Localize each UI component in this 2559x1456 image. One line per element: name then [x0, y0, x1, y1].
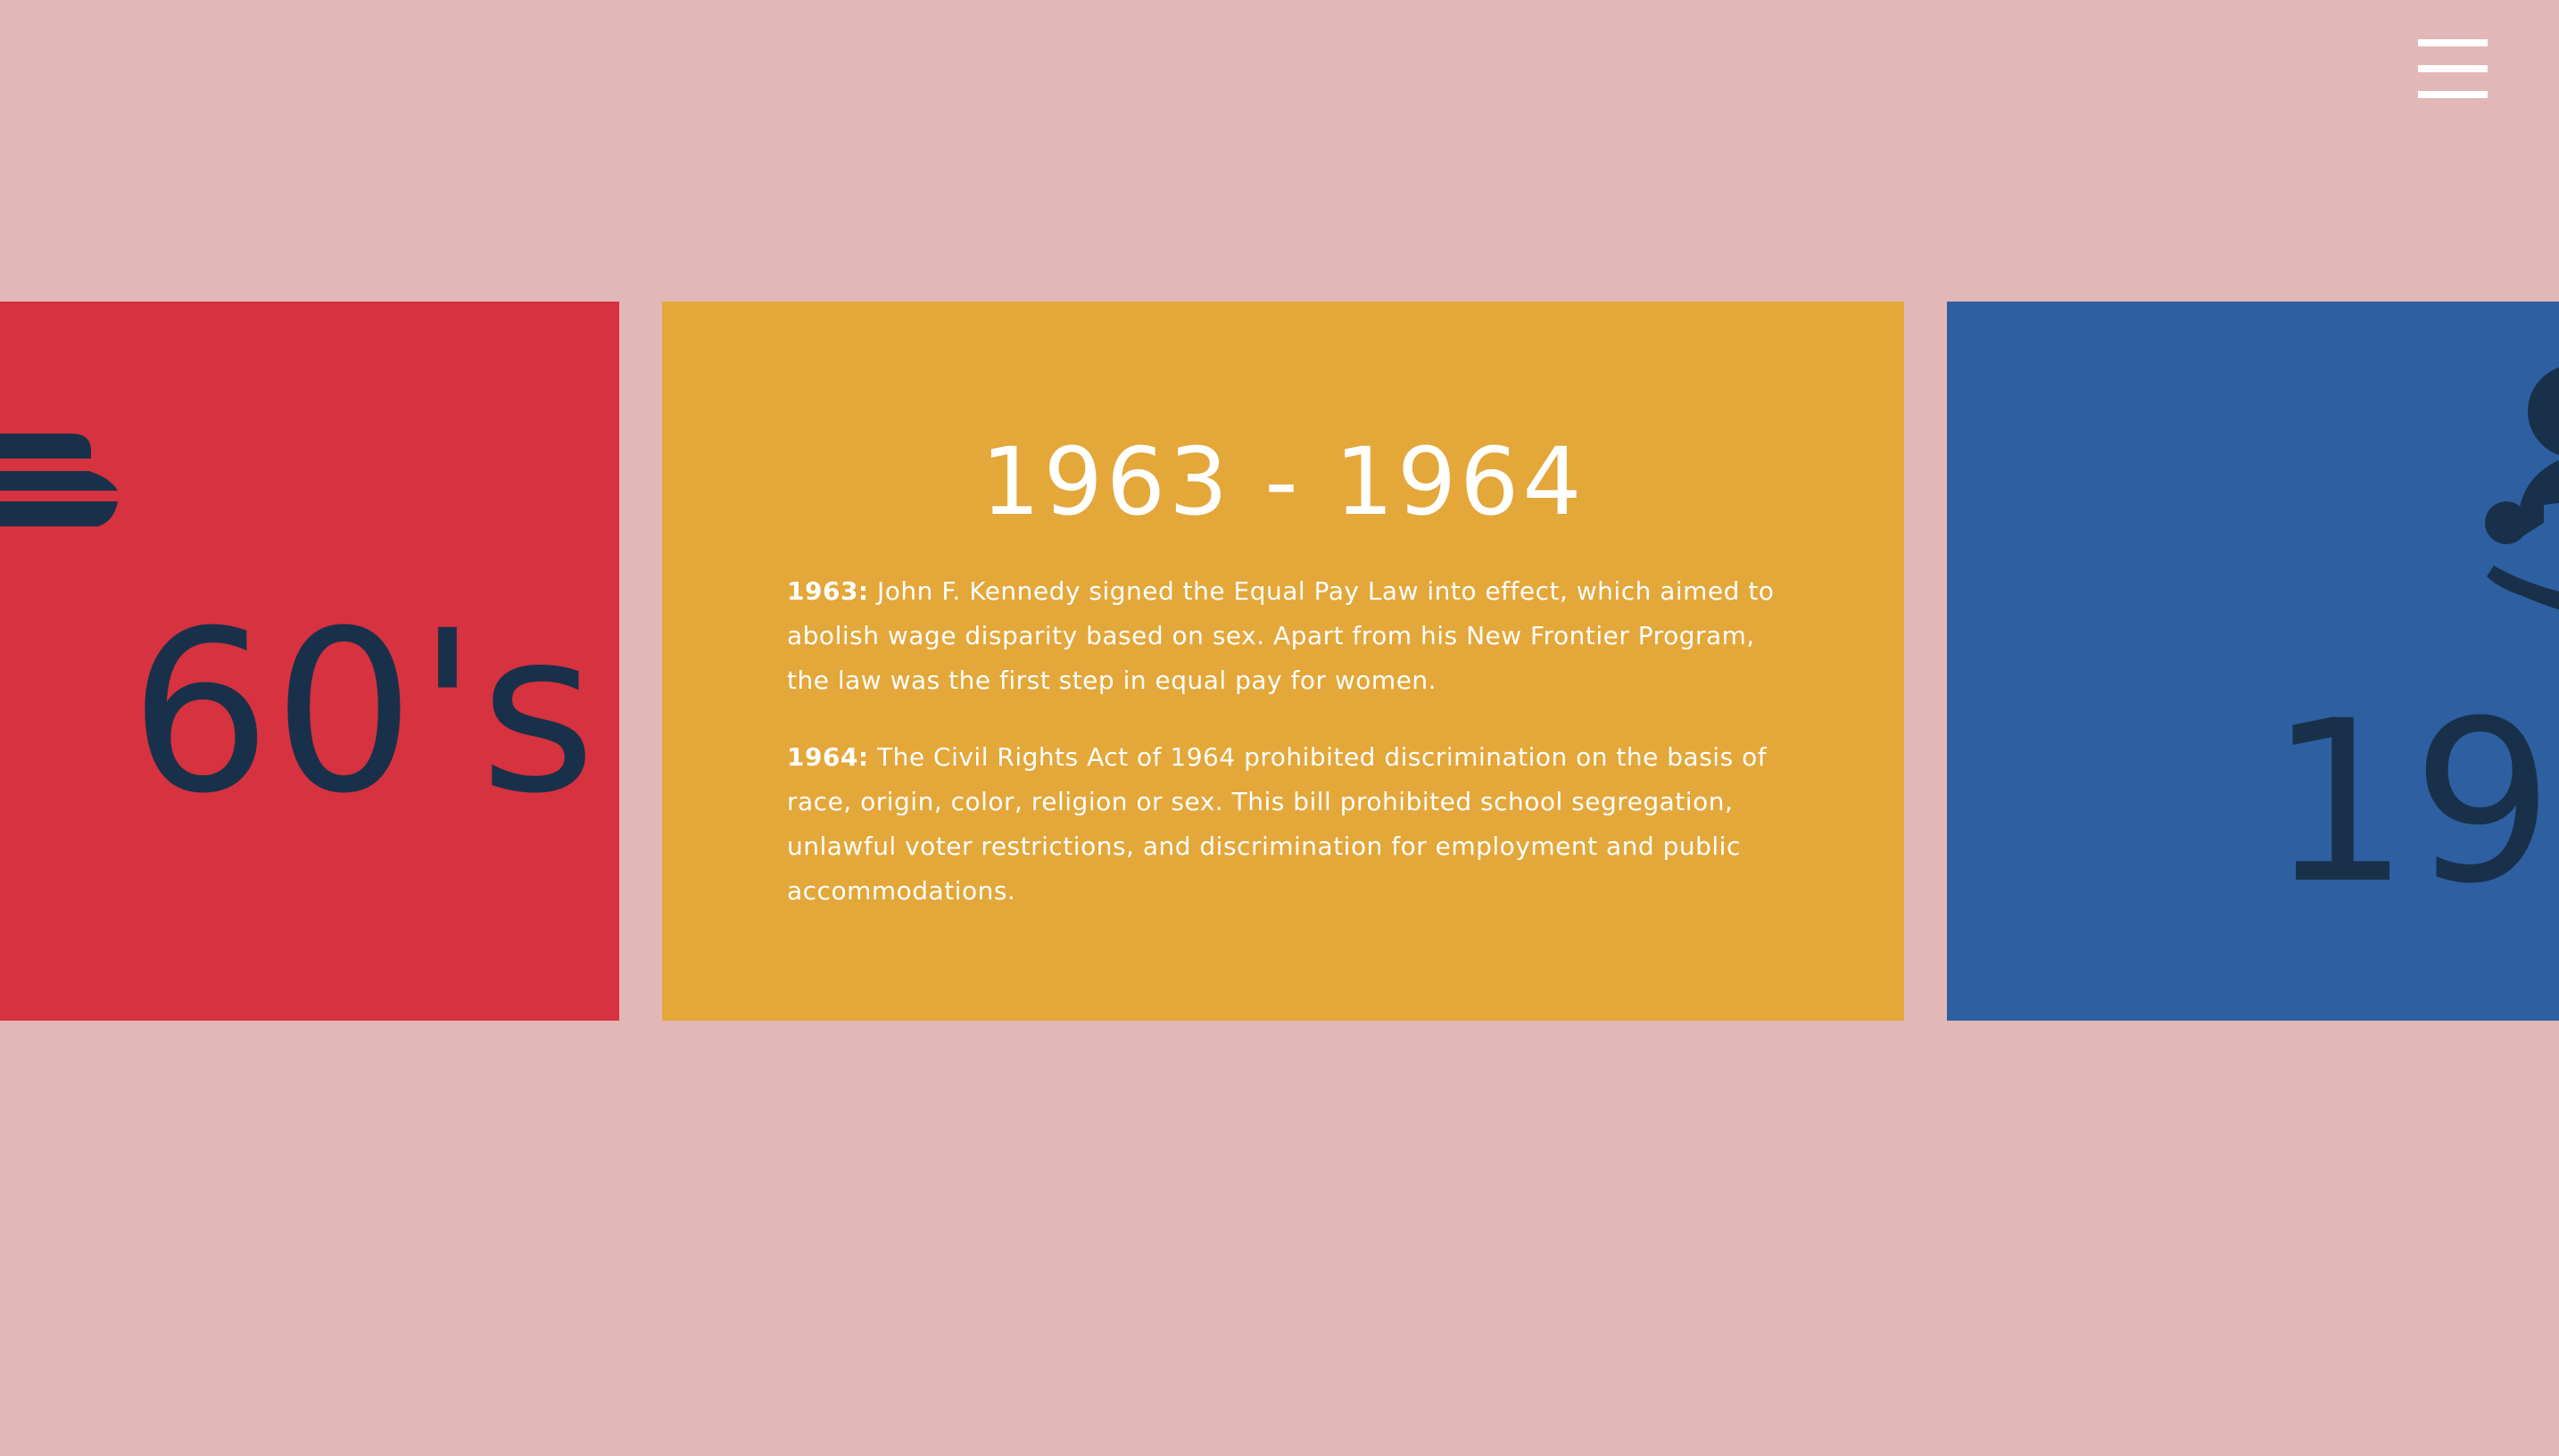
decade-label: 60's	[128, 583, 598, 842]
entry-text: The Civil Rights Act of 1964 prohibited …	[787, 742, 1768, 906]
hamburger-menu-button[interactable]	[2418, 39, 2488, 98]
mother-and-child-icon	[2485, 367, 2559, 610]
entry-1963: 1963: John F. Kennedy signed the Equal P…	[787, 569, 1795, 703]
entry-1964: 1964: The Civil Rights Act of 1964 prohi…	[787, 735, 1795, 914]
entry-year: 1964:	[787, 742, 869, 772]
telephone-icon	[0, 434, 118, 526]
card-title: 1963 - 1964	[981, 427, 1586, 536]
timeline-viewport: 60's 1963 - 1964 1963: John F. Kennedy s…	[0, 0, 2559, 1456]
card-body: 1963: John F. Kennedy signed the Equal P…	[787, 569, 1795, 946]
entry-year: 1963:	[787, 576, 869, 606]
timeline-card-1963-1964[interactable]: 1963 - 1964 1963: John F. Kennedy signed…	[662, 302, 1904, 1021]
timeline-card-1970s[interactable]: 197	[1947, 302, 2559, 1021]
timeline-card-60s[interactable]: 60's	[0, 302, 619, 1021]
decade-label: 197	[2268, 673, 2559, 932]
entry-text: John F. Kennedy signed the Equal Pay Law…	[787, 576, 1775, 695]
